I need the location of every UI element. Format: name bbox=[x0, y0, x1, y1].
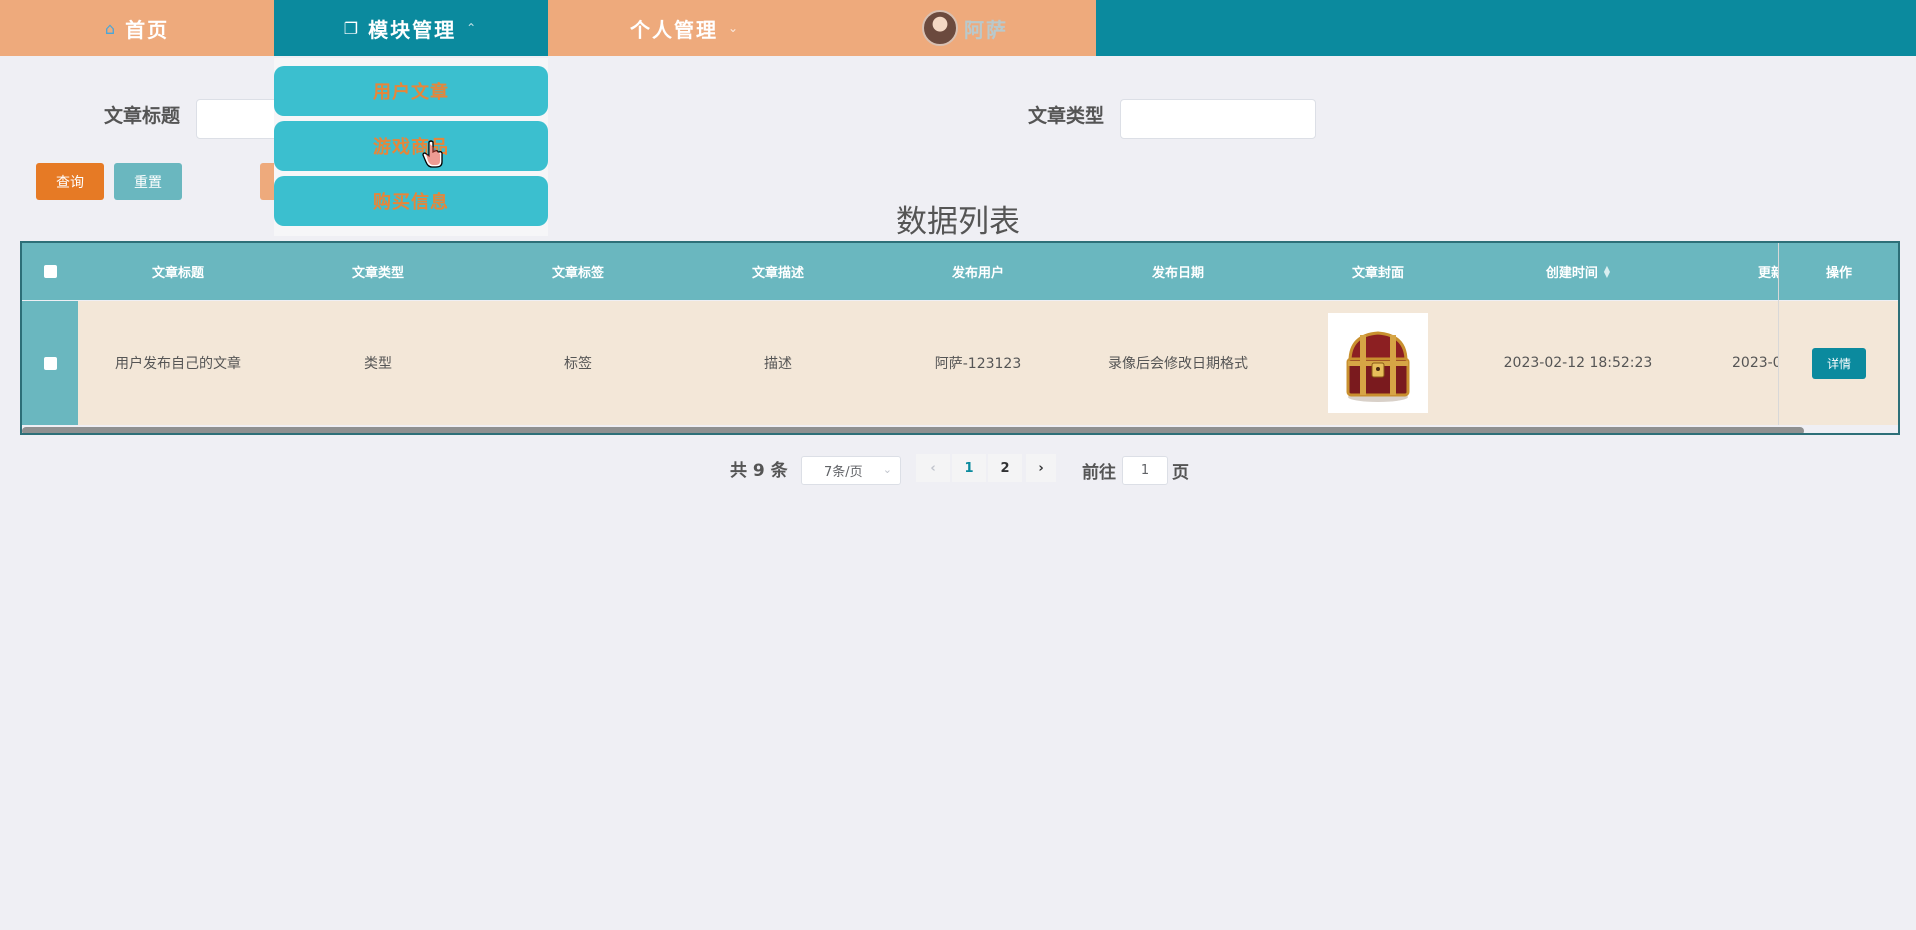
article-type-label: 文章类型 bbox=[1028, 105, 1105, 127]
goto-label: 前往 bbox=[1082, 463, 1116, 483]
article-title-label: 文章标题 bbox=[104, 105, 181, 127]
chevron-down-icon: ⌄ bbox=[882, 463, 892, 476]
detail-button[interactable]: 详情 bbox=[1812, 347, 1866, 379]
cell-type: 类型 bbox=[364, 356, 392, 372]
nav-user[interactable]: 阿萨 bbox=[922, 0, 1096, 56]
col-header-created-label: 创建时间 bbox=[1545, 266, 1598, 281]
article-type-input[interactable] bbox=[1120, 99, 1316, 139]
goto-page-input[interactable]: 1 bbox=[1122, 456, 1168, 485]
chevron-left-icon: ‹ bbox=[930, 460, 936, 476]
col-header-created[interactable]: 创建时间 ▲ ▼ bbox=[1478, 243, 1678, 300]
chevron-up-icon: ⌃ bbox=[466, 21, 479, 35]
article-title-input[interactable] bbox=[196, 99, 286, 139]
horizontal-scrollbar[interactable] bbox=[22, 427, 1804, 433]
data-table: 文章标题 文章类型 文章标签 文章描述 发布用户 发布日期 文章封面 创建时间 … bbox=[20, 241, 1900, 435]
menu-item-game-products[interactable]: 游戏商品 bbox=[274, 121, 548, 171]
cell-date: 录像后会修改日期格式 bbox=[1108, 356, 1248, 372]
nav-personal-label: 个人管理 bbox=[629, 17, 718, 42]
col-header-cover: 文章封面 bbox=[1351, 266, 1404, 281]
page-1-button[interactable]: 1 bbox=[952, 454, 986, 482]
sort-icon[interactable]: ▲ ▼ bbox=[1604, 264, 1610, 278]
table-header: 文章标题 文章类型 文章标签 文章描述 发布用户 发布日期 文章封面 创建时间 … bbox=[22, 243, 1898, 300]
cell-cover bbox=[1278, 301, 1478, 425]
top-nav-bar: ⌂ 首页 ❐ 模块管理 ⌃ 个人管理 ⌄ 阿萨 bbox=[0, 0, 1916, 56]
col-header-tag: 文章标签 bbox=[551, 266, 604, 281]
col-header-action: 操作 bbox=[1779, 243, 1898, 300]
menu-item-user-articles[interactable]: 用户文章 bbox=[274, 66, 548, 116]
operation-column: 操作 详情 bbox=[1778, 243, 1898, 425]
page-2-button[interactable]: 2 bbox=[988, 454, 1022, 482]
nav-module-management[interactable]: ❐ 模块管理 ⌃ bbox=[274, 0, 548, 56]
pagination-total: 共 9 条 bbox=[730, 461, 788, 481]
col-header-user: 发布用户 bbox=[951, 266, 1004, 281]
nav-module-label: 模块管理 bbox=[368, 17, 457, 42]
cell-tag: 标签 bbox=[564, 356, 592, 372]
chevron-down-icon: ⌄ bbox=[727, 21, 741, 35]
select-all-checkbox[interactable] bbox=[43, 265, 57, 278]
home-icon: ⌂ bbox=[104, 18, 118, 38]
data-list-title: 数据列表 bbox=[896, 204, 1020, 240]
treasure-chest-icon bbox=[1346, 331, 1410, 402]
page-size-value: 7条/页 bbox=[824, 465, 863, 480]
nav-home-label: 首页 bbox=[125, 17, 170, 42]
chevron-right-icon: › bbox=[1038, 460, 1044, 476]
select-all-cell bbox=[22, 243, 78, 300]
user-name: 阿萨 bbox=[964, 17, 1008, 42]
cell-action: 详情 bbox=[1779, 301, 1898, 425]
col-header-type: 文章类型 bbox=[351, 266, 404, 281]
prev-page-button[interactable]: ‹ bbox=[916, 454, 950, 482]
cell-title: 用户发布自己的文章 bbox=[115, 356, 241, 372]
page-size-select[interactable]: 7条/页 ⌄ bbox=[801, 456, 901, 485]
nav-home[interactable]: ⌂ 首页 bbox=[0, 0, 274, 56]
next-page-button[interactable]: › bbox=[1026, 454, 1056, 482]
treasure-chest-image[interactable] bbox=[1328, 313, 1428, 413]
table-row: 用户发布自己的文章 类型 标签 描述 阿萨-123123 录像后会修改日期格式 … bbox=[22, 301, 1898, 425]
cell-desc: 描述 bbox=[764, 356, 792, 372]
col-header-desc: 文章描述 bbox=[751, 266, 804, 281]
reset-button[interactable]: 重置 bbox=[114, 163, 182, 200]
row-checkbox[interactable] bbox=[43, 356, 57, 370]
query-button[interactable]: 查询 bbox=[36, 163, 104, 200]
avatar bbox=[922, 10, 958, 46]
col-header-date: 发布日期 bbox=[1151, 266, 1204, 281]
row-select-cell bbox=[22, 301, 78, 425]
cell-user: 阿萨-123123 bbox=[934, 356, 1022, 372]
cell-created: 2023-02-12 18:52:23 bbox=[1503, 355, 1653, 371]
hand-cursor-icon bbox=[422, 140, 443, 168]
nav-personal-management[interactable]: 个人管理 ⌄ bbox=[548, 0, 822, 56]
col-header-title: 文章标题 bbox=[151, 266, 204, 281]
page-label: 页 bbox=[1172, 463, 1189, 483]
copy-icon: ❐ bbox=[343, 18, 361, 38]
